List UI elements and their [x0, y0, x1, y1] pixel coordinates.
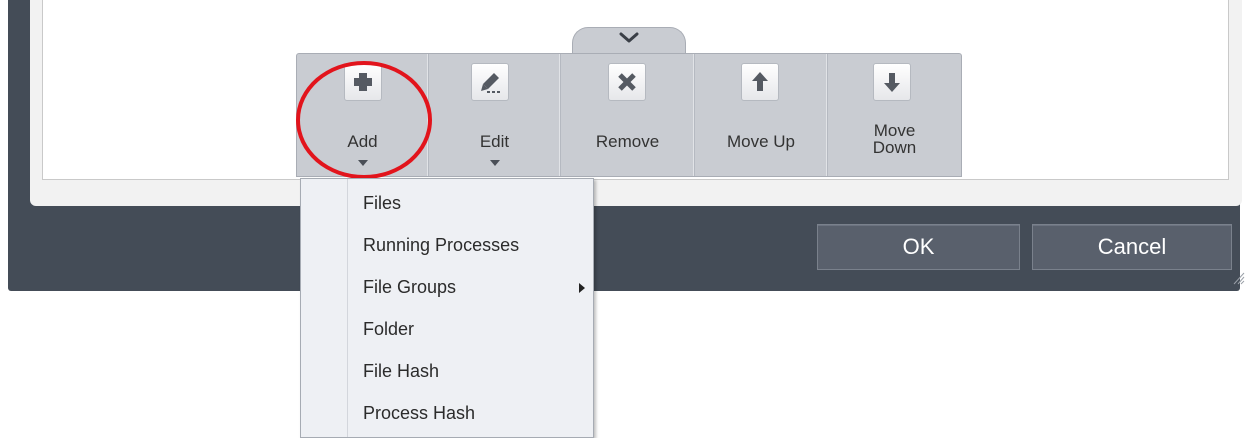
edit-button-label: Edit	[479, 132, 510, 151]
move-up-button[interactable]: Move Up	[695, 54, 828, 176]
pencil-icon	[471, 63, 509, 101]
move-down-button[interactable]: Move Down	[828, 54, 961, 176]
cancel-button[interactable]: Cancel	[1032, 224, 1232, 270]
move-down-button-label: Move Down	[828, 122, 961, 156]
ok-button[interactable]: OK	[817, 224, 1020, 270]
highlight-circle	[296, 61, 432, 179]
menu-item-file-groups[interactable]: File Groups	[363, 277, 456, 298]
arrow-up-icon	[741, 63, 779, 101]
menu-icon-gutter	[301, 179, 348, 437]
menu-item-running-processes[interactable]: Running Processes	[363, 235, 519, 256]
move-down-label-line2: Down	[872, 138, 917, 157]
arrow-down-icon	[873, 63, 911, 101]
remove-button-label: Remove	[595, 132, 660, 151]
menu-item-file-hash[interactable]: File Hash	[363, 361, 439, 382]
menu-item-process-hash[interactable]: Process Hash	[363, 403, 475, 424]
menu-item-folder[interactable]: Folder	[363, 319, 414, 340]
toolbar-collapse-tab[interactable]	[572, 27, 686, 56]
x-icon	[608, 63, 646, 101]
remove-button[interactable]: Remove	[561, 54, 695, 176]
menu-item-files[interactable]: Files	[363, 193, 401, 214]
add-dropdown-menu: Files Running Processes File Groups Fold…	[300, 178, 594, 438]
edit-button[interactable]: Edit	[429, 54, 561, 176]
resize-grip-icon[interactable]	[1231, 270, 1245, 286]
edit-dropdown-arrow-icon[interactable]	[490, 160, 500, 166]
move-up-button-label: Move Up	[726, 132, 796, 151]
chevron-down-icon	[619, 32, 639, 43]
submenu-arrow-icon	[579, 283, 585, 293]
